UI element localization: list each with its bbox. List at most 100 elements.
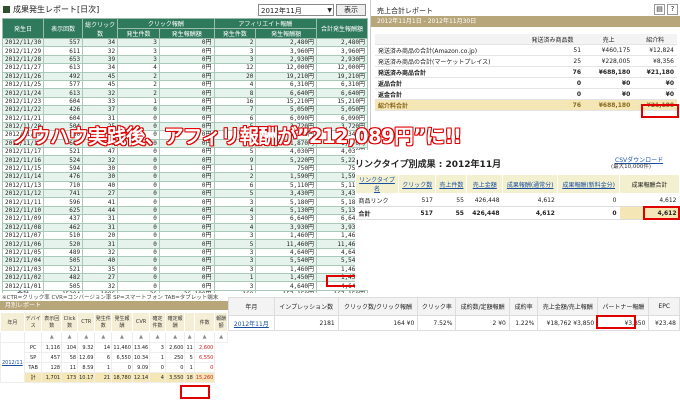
sales-amount: ¥460,175 — [584, 44, 634, 56]
daily-cell: 1,460円 — [255, 230, 317, 241]
sort-icon[interactable]: ▲ — [184, 331, 195, 343]
sort-icon[interactable]: ▲ — [131, 331, 151, 343]
daily-cell: 20 — [82, 230, 119, 241]
link-cell: 4,612 — [502, 193, 558, 207]
daily-cell: 2012/11/30 — [1, 37, 45, 48]
sales-row: 発送済み商品の合計(Amazon.co.jp) 51 ¥460,175 ¥12,824 — [375, 44, 677, 56]
sales-col-fee: 紹介料 — [633, 34, 677, 45]
monthly-cell: 9.32 — [77, 342, 96, 353]
monthly-col-header: Click数 — [61, 312, 79, 332]
sort-icon[interactable]: ▲ — [94, 331, 113, 343]
daily-cell: 2012/11/15 — [1, 163, 45, 174]
sort-icon[interactable]: ▲ — [164, 331, 186, 343]
help-icon[interactable]: ? — [667, 4, 678, 15]
daily-cell: 5,540円 — [255, 256, 317, 266]
daily-cell: 2,930円 — [255, 54, 317, 65]
link-cell: 426,448 — [466, 193, 503, 207]
daily-cell: 0 — [117, 222, 160, 233]
daily-cell: 0円 — [158, 37, 215, 48]
monthly-sum-cell: 1,701 — [41, 372, 63, 383]
sort-icon[interactable]: ▲ — [149, 331, 166, 343]
monthly-ym[interactable]: 2012/11 — [0, 342, 25, 383]
daily-cell: 15,210円 — [255, 96, 317, 107]
daily-cell: 489 — [43, 247, 84, 258]
daily-cell: 2012/11/01 — [1, 281, 45, 291]
daily-cell: 2012/11/28 — [1, 54, 45, 65]
sales-row: 発送済み商品の合計(マーケットプレイス) 25 ¥228,005 ¥8,356 — [375, 55, 677, 67]
link-col-sales-amount[interactable]: 売上金額 — [466, 174, 504, 194]
monthly-highlight-box — [180, 385, 210, 399]
sales-count: 76 — [521, 66, 585, 78]
daily-cell: 2 — [213, 37, 257, 48]
link-col-sales-count[interactable]: 売上件数 — [435, 174, 468, 194]
link-col-reward-new[interactable]: 成果報酬(新料金分) — [557, 174, 620, 194]
daily-cell: 1,590円 — [255, 172, 317, 182]
link-col-clicks[interactable]: クリック数 — [397, 174, 437, 194]
sort-icon[interactable]: ▲ — [77, 331, 96, 343]
daily-cell: 44 — [82, 205, 119, 216]
month-select[interactable]: 2012年11月 ▼ — [258, 4, 334, 16]
daily-cell: 0 — [117, 163, 160, 174]
daily-cell: 594 — [43, 163, 84, 174]
daily-cell: 3,930円 — [255, 222, 317, 233]
daily-cell: 521 — [43, 264, 84, 274]
daily-cell: 2012/11/05 — [1, 247, 45, 258]
daily-cell: 3 — [213, 256, 257, 266]
daily-cell: 0 — [117, 281, 160, 291]
daily-cell: 437 — [43, 214, 84, 224]
daily-cell: 482 — [43, 272, 84, 283]
daily-cell: 613 — [43, 88, 84, 98]
daily-cell: 5,050円 — [316, 105, 368, 115]
table-row: 2012/11/23 604 33 1 0円 16 15,210円 15,210円 — [1, 96, 368, 107]
daily-cell: 2012/11/09 — [1, 214, 45, 224]
daily-cell: 45 — [82, 71, 119, 81]
daily-cell: 27 — [82, 189, 119, 199]
monthly-cell: 0 — [149, 362, 166, 373]
col-header-total-reward: 合計発生報酬額 — [316, 18, 368, 39]
print-icon[interactable]: ▤ — [654, 4, 665, 15]
daily-cell: 0 — [117, 155, 160, 165]
daily-cell: 6 — [213, 180, 257, 191]
daily-cell: 557 — [43, 37, 84, 48]
monthly-cell: 128 — [41, 362, 63, 373]
link-col-reward-normal[interactable]: 成果報酬(通常分) — [502, 174, 559, 194]
daily-cell: 2 — [117, 88, 160, 98]
sort-icon[interactable]: ▲ — [41, 331, 63, 343]
link-col-type[interactable]: リンクタイプ名 — [355, 174, 399, 194]
monthly-cell: 250 — [164, 352, 186, 363]
monthly-cell: 10.34 — [131, 352, 151, 363]
daily-cell: 4 — [213, 222, 257, 233]
daily-cell: 12 — [213, 63, 257, 73]
sales-table: 発送済み商品数 売上 紹介料 発送済み商品の合計(Amazon.co.jp) 51… — [375, 34, 677, 111]
daily-cell: 0 — [117, 239, 160, 249]
monthly-report-bar: 月別レポート — [0, 301, 228, 310]
sort-icon[interactable]: ▲ — [214, 331, 228, 343]
daily-cell: 8 — [213, 88, 257, 98]
summary-col-header: インプレッション数 — [273, 297, 339, 316]
daily-cell: 653 — [43, 54, 84, 65]
monthly-cell: 11 — [184, 342, 195, 353]
daily-cell: 462 — [43, 222, 84, 233]
show-button[interactable]: 表示 — [336, 4, 366, 16]
sales-report-panel: 売上合計レポート ▤ ? 2012年11月1日 - 2012年11月30日 発送… — [370, 0, 680, 130]
link-total-cell: 0 — [557, 206, 620, 220]
link-total-cell: 4,612 — [502, 206, 558, 220]
sort-icon[interactable]: ▲ — [61, 331, 79, 343]
table-row: 2012/11/07 510 20 0 0円 3 1,460円 1,460円 — [1, 230, 368, 241]
sort-icon[interactable]: ▲ — [193, 331, 216, 343]
table-row: 2012/11/25 577 45 2 0円 4 6,310円 6,310円 — [1, 79, 368, 90]
daily-cell: 12,000円 — [255, 63, 317, 73]
monthly-cell: 0 — [164, 362, 186, 373]
summary-col-header: 成約率 — [508, 297, 539, 316]
daily-cell: 0 — [117, 230, 160, 241]
sort-icon[interactable]: ▲ — [111, 331, 133, 343]
sales-col-sales: 売上 — [584, 34, 634, 45]
daily-cell: 2012/11/25 — [1, 79, 45, 90]
summary-cell[interactable]: 2012年11月 — [228, 315, 275, 331]
link-cell: 0 — [557, 193, 620, 207]
daily-cell: 0円 — [158, 172, 215, 182]
monthly-col-header: 発生報酬 — [111, 312, 133, 332]
daily-cell: 31 — [82, 214, 119, 224]
monthly-cell: 5 — [184, 352, 195, 363]
sales-row: 返品合計 0 ¥0 ¥0 — [375, 77, 677, 89]
